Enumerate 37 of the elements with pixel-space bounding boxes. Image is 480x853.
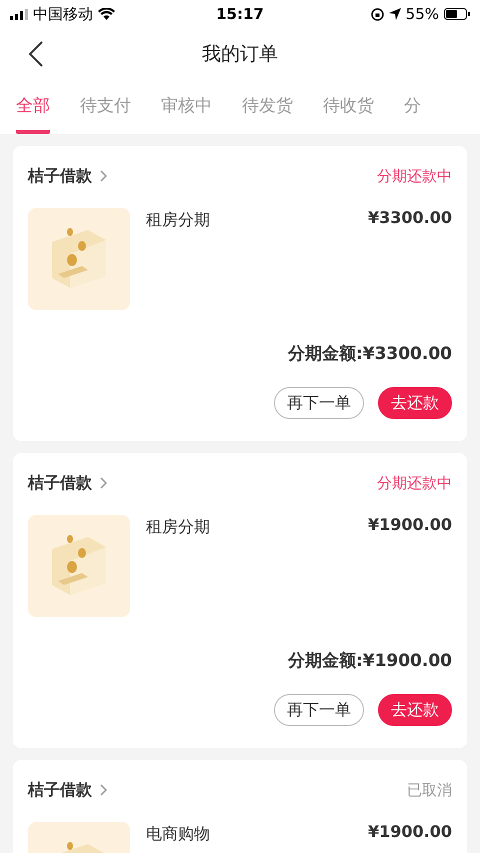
repay-button[interactable]: 去还款 bbox=[378, 694, 452, 726]
chevron-right-icon bbox=[100, 784, 107, 796]
order-status: 分期还款中 bbox=[377, 166, 452, 186]
repay-button[interactable]: 去还款 bbox=[378, 387, 452, 419]
order-status: 已取消 bbox=[407, 780, 452, 800]
order-tab[interactable]: 待发货 bbox=[242, 80, 293, 134]
product-price: ¥1900.00 bbox=[368, 515, 452, 536]
order-tab[interactable]: 全部 bbox=[16, 80, 50, 134]
product-name: 电商购物 bbox=[146, 824, 211, 845]
location-icon bbox=[388, 8, 401, 20]
back-icon bbox=[29, 41, 43, 67]
merchant-link[interactable]: 桔子借款 bbox=[28, 472, 107, 494]
battery-icon bbox=[444, 8, 470, 20]
merchant-link[interactable]: 桔子借款 bbox=[28, 780, 107, 800]
battery-percentage: 55% bbox=[406, 5, 439, 23]
page-title: 我的订单 bbox=[202, 42, 278, 67]
reorder-button[interactable]: 再下一单 bbox=[274, 694, 364, 726]
order-tab[interactable]: 待支付 bbox=[80, 80, 131, 134]
product-price: ¥3300.00 bbox=[368, 208, 452, 229]
chevron-right-icon bbox=[100, 477, 107, 489]
carrier-name: 中国移动 bbox=[33, 4, 93, 24]
wifi-icon bbox=[98, 8, 115, 20]
order-status: 分期还款中 bbox=[377, 474, 452, 492]
chevron-right-icon bbox=[100, 170, 107, 182]
signal-icon bbox=[10, 8, 28, 20]
installment-amount: 分期金额:¥1900.00 bbox=[288, 650, 452, 672]
product-price: ¥1900.00 bbox=[368, 822, 452, 843]
order-tab[interactable]: 分 bbox=[404, 80, 421, 134]
rotation-lock-icon bbox=[370, 8, 384, 20]
order-tab[interactable]: 审核中 bbox=[161, 80, 212, 134]
product-name: 租房分期 bbox=[146, 517, 211, 538]
reorder-button[interactable]: 再下一单 bbox=[274, 387, 364, 419]
merchant-link[interactable]: 桔子借款 bbox=[28, 166, 107, 186]
installment-amount: 分期金额:¥3300.00 bbox=[288, 343, 452, 365]
product-name: 租房分期 bbox=[146, 210, 211, 231]
clock-time: 15:17 bbox=[216, 5, 264, 23]
order-tab[interactable]: 待收货 bbox=[323, 80, 374, 134]
